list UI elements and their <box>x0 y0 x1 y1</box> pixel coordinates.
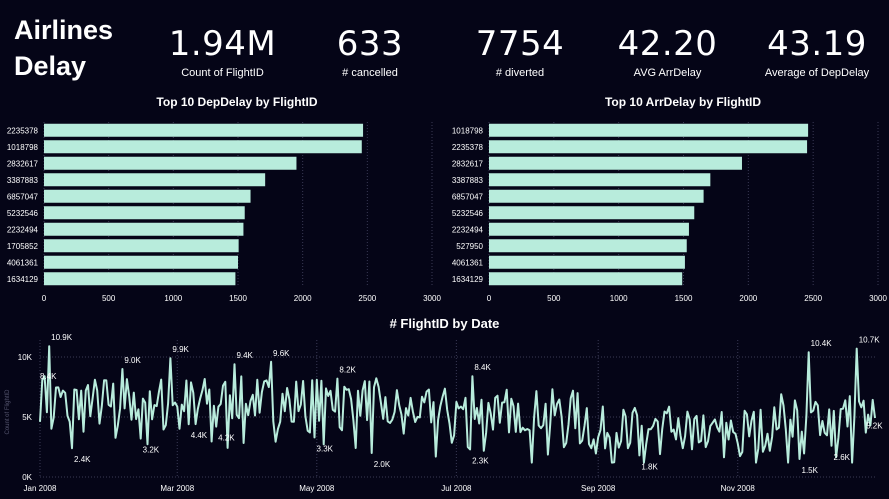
x-tick-label: 1500 <box>675 294 693 303</box>
category-label: 3387883 <box>7 176 39 185</box>
bar-2232494[interactable] <box>44 222 244 236</box>
category-label: 1634129 <box>7 275 39 284</box>
data-label: 1.5K <box>802 466 819 475</box>
x-tick-label: 0 <box>487 294 492 303</box>
bar-2832617[interactable] <box>44 156 297 170</box>
x-tick-label: 3000 <box>869 294 887 303</box>
bar-5232546[interactable] <box>489 206 695 220</box>
x-tick-label: 2500 <box>804 294 822 303</box>
bar-527950[interactable] <box>489 239 687 253</box>
line-series-flightid-by-date[interactable] <box>39 345 876 464</box>
data-label: 2.4K <box>74 455 91 464</box>
x-tick-label: 1000 <box>164 294 182 303</box>
data-label: 10.9K <box>51 333 73 342</box>
category-label: 2235378 <box>452 143 484 152</box>
data-label: 4.2K <box>218 434 235 443</box>
data-label: 8.4K <box>40 372 57 381</box>
bar-2832617[interactable] <box>489 156 742 170</box>
category-label: 2832617 <box>7 159 39 168</box>
data-label: 1.8K <box>641 462 658 471</box>
x-tick-label: 2500 <box>358 294 376 303</box>
data-label: 8.2K <box>339 366 356 375</box>
bar-6857047[interactable] <box>489 189 704 203</box>
data-label: 3.3K <box>317 444 334 453</box>
bar-3387883[interactable] <box>489 173 711 187</box>
data-label: 8.4K <box>474 363 491 372</box>
bar-3387883[interactable] <box>44 173 266 187</box>
bar-1634129[interactable] <box>489 272 683 286</box>
bar-4061361[interactable] <box>489 255 685 269</box>
bar-4061361[interactable] <box>44 255 238 269</box>
category-label: 4061361 <box>7 258 39 267</box>
x-tick-label: Jan 2008 <box>24 484 57 493</box>
charts-canvas: 0 500 1000 1500 2000 2500 3000 2235378 1018798 28… <box>5 122 887 493</box>
category-label: 1705852 <box>7 242 39 251</box>
bar-2235378[interactable] <box>44 123 364 137</box>
bar-2235378[interactable] <box>489 140 808 154</box>
bar-6857047[interactable] <box>44 189 251 203</box>
y-axis-title: Count of FlightID <box>5 389 11 435</box>
data-label: 10.4K <box>811 339 833 348</box>
x-tick-label: May 2008 <box>299 484 335 493</box>
x-tick-label: Sep 2008 <box>581 484 616 493</box>
bar-5232546[interactable] <box>44 206 245 220</box>
category-label: 2832617 <box>452 159 484 168</box>
category-label: 5232546 <box>452 209 484 218</box>
category-label: 1018798 <box>7 143 39 152</box>
bar-1705852[interactable] <box>44 239 239 253</box>
x-tick-label: 1500 <box>229 294 247 303</box>
y-tick-label: 0K <box>22 473 32 482</box>
data-label: 9.0K <box>124 356 141 365</box>
x-tick-label: 3000 <box>423 294 441 303</box>
bar-1018798[interactable] <box>489 123 809 137</box>
category-label: 527950 <box>456 242 483 251</box>
y-tick-label: 10K <box>18 353 33 362</box>
data-label: 2.3K <box>472 456 489 465</box>
data-label: 2.6K <box>834 453 851 462</box>
data-label: 4.4K <box>191 431 208 440</box>
category-label: 1634129 <box>452 275 484 284</box>
x-tick-label: 2000 <box>739 294 757 303</box>
bar-2232494[interactable] <box>489 222 689 236</box>
x-tick-label: Jul 2008 <box>441 484 472 493</box>
x-tick-label: 2000 <box>294 294 312 303</box>
x-tick-label: 500 <box>102 294 116 303</box>
y-tick-label: 5K <box>22 413 32 422</box>
data-label: 9.9K <box>172 345 189 354</box>
data-label: 9.4K <box>236 351 253 360</box>
bar-1018798[interactable] <box>44 140 362 154</box>
category-label: 4061361 <box>452 258 484 267</box>
bar-1634129[interactable] <box>44 272 236 286</box>
x-tick-label: Mar 2008 <box>160 484 194 493</box>
data-label: 10.7K <box>859 336 881 345</box>
category-label: 6857047 <box>452 192 484 201</box>
data-label: 9.6K <box>273 349 290 358</box>
x-tick-label: 1000 <box>610 294 628 303</box>
x-tick-label: 500 <box>547 294 561 303</box>
category-label: 2232494 <box>7 225 39 234</box>
category-label: 5232546 <box>7 209 39 218</box>
x-tick-label: 0 <box>42 294 47 303</box>
category-label: 2235378 <box>7 126 39 135</box>
data-label: 5.2K <box>866 422 883 431</box>
category-label: 2232494 <box>452 225 484 234</box>
x-tick-label: Nov 2008 <box>721 484 756 493</box>
data-label: 2.0K <box>374 460 391 469</box>
category-label: 3387883 <box>452 176 484 185</box>
data-label: 3.2K <box>143 446 160 455</box>
category-label: 6857047 <box>7 192 39 201</box>
category-label: 1018798 <box>452 126 484 135</box>
